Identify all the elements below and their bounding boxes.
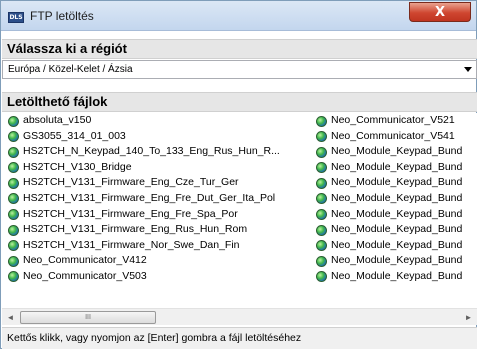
file-name: Neo_Module_Keypad_Bund (331, 176, 463, 189)
file-name: Neo_Communicator_V541 (331, 129, 455, 142)
globe-icon (316, 224, 327, 236)
region-select[interactable]: Európa / Közel-Kelet / Ázsia (2, 60, 477, 79)
list-item[interactable]: HS2TCH_V131_Firmware_Nor_Swe_Dan_Fin (8, 238, 313, 254)
file-name: Neo_Module_Keypad_Bund (331, 191, 463, 204)
list-item[interactable]: Neo_Module_Keypad_Bund (316, 191, 477, 207)
ftp-download-window: DLS FTP letöltés X Válassza ki a régiót … (0, 0, 477, 349)
title-bar[interactable]: DLS FTP letöltés X (1, 1, 476, 31)
region-heading: Válassza ki a régiót (2, 39, 477, 59)
app-icon: DLS (8, 12, 24, 23)
status-text: Kettős klikk, vagy nyomjon az [Enter] go… (7, 332, 302, 344)
list-item[interactable]: Neo_Communicator_V412 (8, 253, 313, 269)
globe-icon (316, 146, 327, 158)
list-item[interactable]: Neo_Module_Keypad_Bund (316, 175, 477, 191)
file-name: absoluta_v150 (23, 114, 92, 126)
file-name: HS2TCH_V131_Firmware_Eng_Fre_Spa_Por (23, 207, 238, 220)
file-name: Neo_Module_Keypad_Bund (331, 145, 463, 158)
globe-icon (8, 224, 19, 236)
scroll-thumb[interactable]: III (20, 311, 156, 324)
status-bar: Kettős klikk, vagy nyomjon az [Enter] go… (2, 327, 477, 349)
list-item[interactable]: Neo_Module_Keypad_Bund (316, 253, 477, 269)
list-item[interactable]: GS3055_314_01_003 (8, 129, 313, 145)
close-icon: X (434, 5, 446, 20)
file-name: HS2TCH_V131_Firmware_Eng_Fre_Dut_Ger_Ita… (23, 191, 276, 204)
globe-icon (8, 240, 19, 252)
file-list-column-1: absoluta_v150 GS3055_314_01_003 HS2TCH_N_K… (8, 113, 313, 285)
list-item[interactable]: Neo_Module_Keypad_Bund (316, 269, 477, 285)
file-name: Neo_Module_Keypad_Bund (331, 160, 463, 173)
file-name: HS2TCH_V131_Firmware_Nor_Swe_Dan_Fin (23, 238, 240, 251)
list-item[interactable]: HS2TCH_V130_Bridge (8, 160, 313, 176)
globe-icon (8, 255, 19, 267)
file-name: Neo_Communicator_V503 (23, 269, 147, 282)
list-item[interactable]: Neo_Module_Keypad_Bund (316, 160, 477, 176)
scroll-right-icon[interactable]: ► (460, 310, 477, 325)
globe-icon (8, 115, 19, 127)
file-list-column-2: Neo_Communicator_V521 Neo_Communicator_V5… (316, 113, 477, 285)
file-name: Neo_Module_Keypad_Bund (331, 254, 463, 267)
close-button[interactable]: X (409, 2, 471, 22)
list-item[interactable]: Neo_Module_Keypad_Bund (316, 238, 477, 254)
list-item[interactable]: HS2TCH_V131_Firmware_Eng_Fre_Spa_Por (8, 207, 313, 223)
list-item[interactable]: Neo_Communicator_V503 (8, 269, 313, 285)
globe-icon (316, 255, 327, 267)
horizontal-scrollbar[interactable]: ◄ III ► (2, 308, 477, 325)
file-name: GS3055_314_01_003 (23, 129, 126, 142)
list-item[interactable]: Neo_Module_Keypad_Bund (316, 222, 477, 238)
list-item[interactable]: HS2TCH_V131_Firmware_Eng_Cze_Tur_Ger (8, 175, 313, 191)
file-name: HS2TCH_V130_Bridge (23, 160, 132, 173)
globe-icon (8, 209, 19, 221)
file-name: Neo_Module_Keypad_Bund (331, 269, 463, 282)
globe-icon (316, 131, 327, 143)
file-name: Neo_Module_Keypad_Bund (331, 238, 463, 251)
list-item[interactable]: HS2TCH_N_Keypad_140_To_133_Eng_Rus_Hun_R… (8, 144, 313, 160)
globe-icon (316, 271, 327, 283)
globe-icon (8, 146, 19, 158)
globe-icon (316, 193, 327, 205)
globe-icon (8, 177, 19, 189)
globe-icon (316, 209, 327, 221)
file-name: Neo_Communicator_V412 (23, 254, 147, 267)
list-item[interactable]: Neo_Communicator_V541 (316, 129, 477, 145)
file-name: Neo_Module_Keypad_Bund (331, 223, 463, 236)
file-name: Neo_Module_Keypad_Bund (331, 207, 463, 220)
globe-icon (316, 115, 327, 127)
region-selected-value: Európa / Közel-Kelet / Ázsia (8, 64, 133, 75)
globe-icon (316, 240, 327, 252)
globe-icon (8, 131, 19, 143)
chevron-down-icon[interactable] (464, 67, 472, 72)
file-name: Neo_Communicator_V521 (331, 114, 455, 126)
scroll-left-icon[interactable]: ◄ (2, 310, 19, 325)
list-item[interactable]: absoluta_v150 (8, 113, 313, 129)
list-item[interactable]: Neo_Communicator_V521 (316, 113, 477, 129)
window-title: FTP letöltés (30, 9, 94, 23)
globe-icon (316, 162, 327, 174)
file-name: HS2TCH_V131_Firmware_Eng_Rus_Hun_Rom (23, 223, 248, 236)
list-item[interactable]: HS2TCH_V131_Firmware_Eng_Fre_Dut_Ger_Ita… (8, 191, 313, 207)
globe-icon (8, 193, 19, 205)
globe-icon (8, 162, 19, 174)
list-item[interactable]: Neo_Module_Keypad_Bund (316, 144, 477, 160)
globe-icon (8, 271, 19, 283)
globe-icon (316, 177, 327, 189)
file-name: HS2TCH_V131_Firmware_Eng_Cze_Tur_Ger (23, 176, 239, 189)
list-item[interactable]: HS2TCH_V131_Firmware_Eng_Rus_Hun_Rom (8, 222, 313, 238)
list-item[interactable]: Neo_Module_Keypad_Bund (316, 207, 477, 223)
files-heading: Letölthető fájlok (2, 92, 477, 112)
file-list[interactable]: absoluta_v150 GS3055_314_01_003 HS2TCH_N_K… (2, 113, 477, 308)
file-name: HS2TCH_N_Keypad_140_To_133_Eng_Rus_Hun_R… (23, 145, 280, 158)
